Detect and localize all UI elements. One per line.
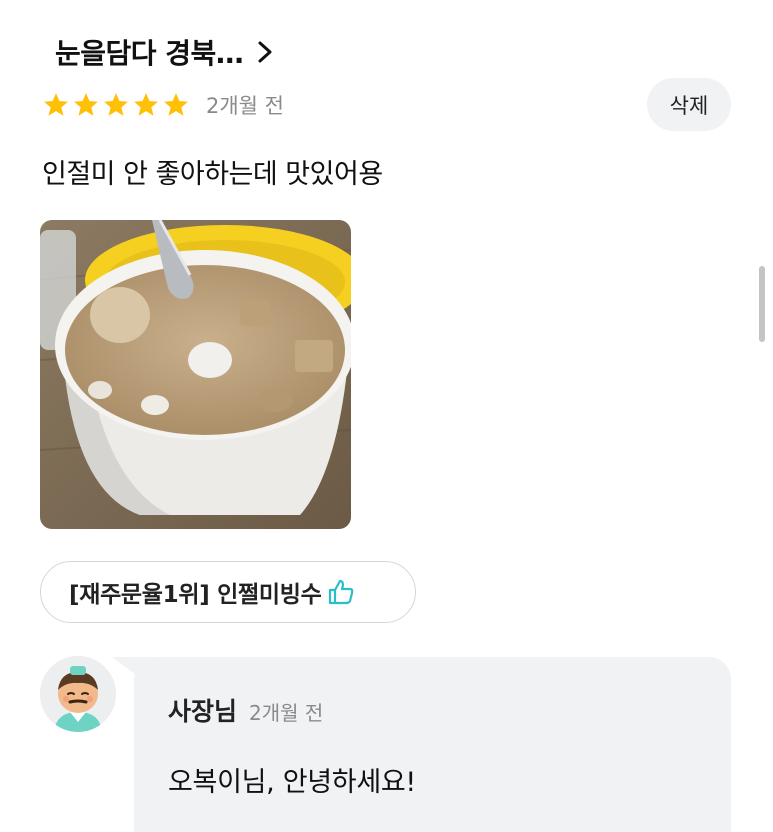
owner-reply-date: 2개월 전 (249, 701, 324, 725)
owner-name: 사장님 (168, 697, 238, 726)
review-date: 2개월 전 (206, 94, 284, 118)
star-icon (134, 93, 158, 116)
delete-button[interactable]: 삭제 (647, 78, 731, 131)
owner-reply-bubble (134, 657, 731, 832)
bingsu-photo-image (40, 220, 351, 529)
scrollbar[interactable] (759, 266, 765, 342)
review-text: 인절미 안 좋아하는데 맛있어용 (42, 159, 383, 190)
owner-reply-header: 사장님 2개월 전 (168, 692, 323, 728)
menu-chip-label: [재주문율1위] 인쩔미빙수 (69, 582, 322, 608)
owner-avatar (40, 656, 116, 732)
rating-row: 2개월 전 (42, 88, 284, 122)
store-name: 눈을담다 경북… (55, 37, 244, 70)
review-photo[interactable] (40, 220, 351, 529)
star-rating (42, 91, 190, 119)
menu-chip[interactable]: [재주문율1위] 인쩔미빙수 (40, 561, 416, 623)
star-icon (164, 93, 188, 116)
owner-reply-text: 오복이님, 안녕하세요! (168, 767, 416, 798)
review-page: 눈을담다 경북… 2개월 전 삭제 인절미 안 좋아하는데 맛있어용 [재주문율… (0, 0, 773, 832)
chevron-right-icon (258, 41, 272, 63)
star-icon (74, 93, 98, 116)
star-icon (104, 93, 128, 116)
store-link[interactable]: 눈을담다 경북… (55, 30, 273, 74)
star-icon (44, 93, 68, 116)
thumbs-up-icon (329, 579, 354, 605)
owner-avatar-icon (40, 656, 116, 732)
